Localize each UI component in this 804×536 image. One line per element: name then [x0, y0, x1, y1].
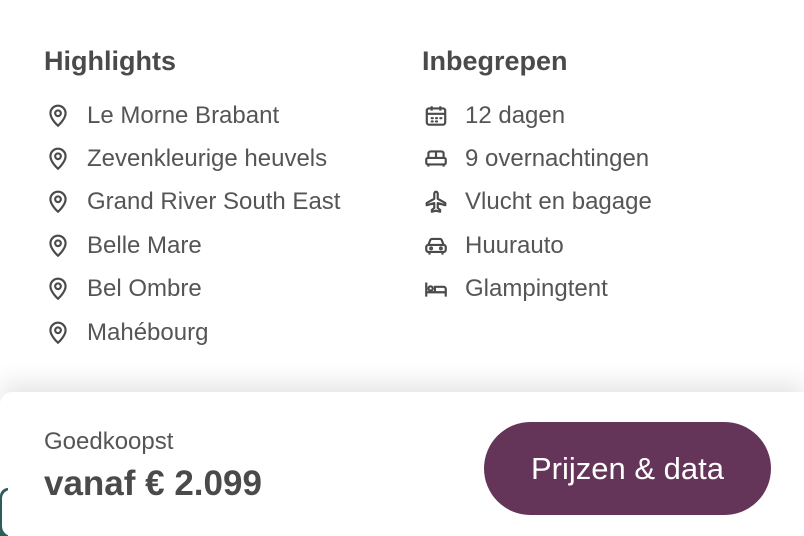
highlight-label: Bel Ombre — [87, 275, 202, 303]
included-label: 12 dagen — [465, 101, 566, 129]
highlight-label: Belle Mare — [87, 231, 202, 259]
list-item: Mahébourg — [44, 311, 340, 354]
price-value: vanaf € 2.099 — [44, 464, 262, 503]
list-item: Huurauto — [422, 224, 652, 267]
list-item: 9 overnachtingen — [422, 137, 652, 180]
price-footer: Goedkoopst vanaf € 2.099 Prijzen & data — [0, 392, 804, 536]
list-item: Glampingtent — [422, 268, 652, 311]
highlights-heading: Highlights — [44, 46, 176, 76]
included-label: Vlucht en bagage — [465, 188, 652, 216]
included-label: 9 overnachtingen — [465, 145, 650, 173]
included-heading: Inbegrepen — [422, 46, 568, 76]
included-label: Glampingtent — [465, 275, 608, 303]
map-pin-icon — [44, 275, 72, 303]
prices-and-dates-button[interactable]: Prijzen & data — [484, 422, 771, 515]
highlight-label: Le Morne Brabant — [87, 101, 280, 129]
cheapest-label: Goedkoopst — [44, 428, 174, 455]
list-item: Belle Mare — [44, 224, 340, 267]
map-pin-icon — [44, 232, 72, 260]
highlight-label: Zevenkleurige heuvels — [87, 145, 328, 173]
list-item: 12 dagen — [422, 94, 652, 137]
highlights-section: Highlights Le Morne Brabant Zevenkleurig… — [44, 44, 340, 354]
highlights-list: Le Morne Brabant Zevenkleurige heuvels G… — [44, 94, 340, 354]
included-section: Inbegrepen 12 dagen 9 overnachtingen Vlu… — [422, 44, 652, 311]
list-item: Bel Ombre — [44, 268, 340, 311]
car-icon — [422, 232, 450, 260]
calendar-icon — [422, 102, 450, 130]
bed-icon — [422, 145, 450, 173]
list-item: Grand River South East — [44, 181, 340, 224]
airplane-icon — [422, 188, 450, 216]
list-item: Le Morne Brabant — [44, 94, 340, 137]
list-item: Zevenkleurige heuvels — [44, 137, 340, 180]
map-pin-icon — [44, 188, 72, 216]
map-pin-icon — [44, 319, 72, 347]
highlight-label: Mahébourg — [87, 318, 209, 346]
list-item: Vlucht en bagage — [422, 181, 652, 224]
trip-summary: Highlights Le Morne Brabant Zevenkleurig… — [0, 0, 804, 390]
included-label: Huurauto — [465, 231, 564, 259]
bed-person-icon — [422, 275, 450, 303]
included-list: 12 dagen 9 overnachtingen Vlucht en baga… — [422, 94, 652, 311]
map-pin-icon — [44, 102, 72, 130]
map-pin-icon — [44, 145, 72, 173]
highlight-label: Grand River South East — [87, 188, 341, 216]
